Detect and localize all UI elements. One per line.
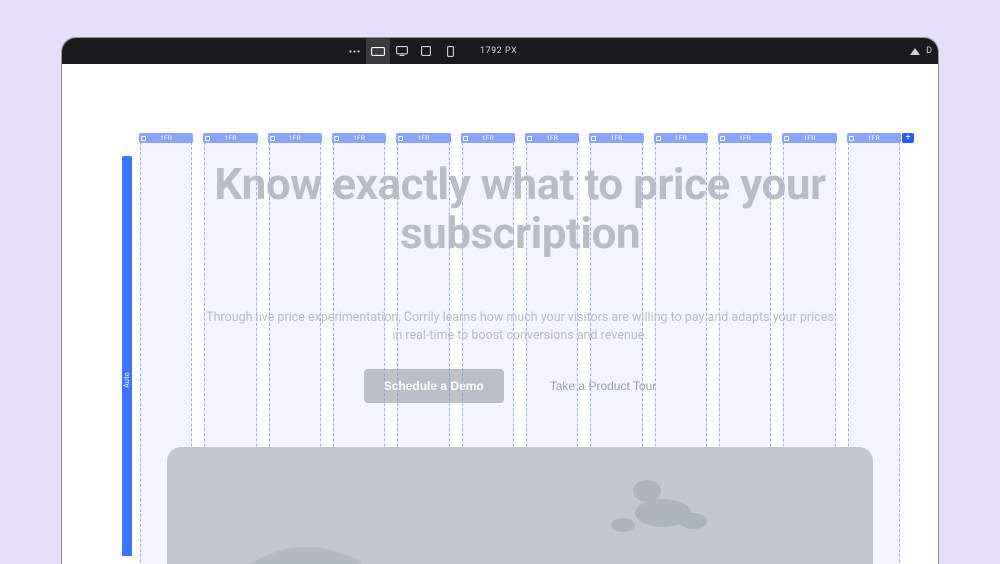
grid-column-header[interactable]: 1FR [332, 133, 386, 143]
schedule-demo-button[interactable]: Schedule a Demo [364, 369, 504, 403]
grid-column-header-label: 1FR [289, 134, 301, 142]
grid-column-header-icon [141, 136, 146, 141]
grid-column-header-icon [398, 136, 403, 141]
design-editor-window: 1792 PX D Auto 1FR 1FR 1FR 1FR 1FR 1FR 1… [62, 38, 938, 564]
cta-button-row: Schedule a Demo Take a Product Tour [140, 369, 900, 403]
hero-decorative-shape [227, 547, 387, 564]
editor-top-toolbar: 1792 PX D [62, 38, 938, 64]
grid-column-header[interactable]: 1FR [525, 133, 579, 143]
toolbar-button-group [342, 38, 462, 64]
grid-column-header-icon [463, 136, 468, 141]
breakpoint-tablet-button[interactable] [414, 38, 438, 64]
grid-column-header[interactable]: 1FR [461, 133, 515, 143]
grid-column-header-label: 1FR [353, 134, 365, 142]
grid-column-header[interactable]: 1FR [718, 133, 772, 143]
grid-column-header-icon [334, 136, 339, 141]
grid-column-header[interactable]: 1FR [589, 133, 643, 143]
grid-row-marker[interactable]: Auto [122, 156, 132, 556]
grid-column-header[interactable]: 1FR [139, 133, 193, 143]
grid-column-header[interactable]: 1FR [782, 133, 836, 143]
grid-column-header-label: 1FR [675, 134, 687, 142]
grid-column-header-label: 1FR [739, 134, 751, 142]
viewport-width-readout[interactable]: 1792 PX [480, 46, 517, 56]
grid-column-header-label: 1FR [160, 134, 172, 142]
grid-row-label: Auto [123, 372, 131, 388]
grid-column-header[interactable]: 1FR [654, 133, 708, 143]
page-headline: Know exactly what to price your subscrip… [140, 160, 900, 259]
add-column-button[interactable]: + [902, 133, 914, 143]
grid-column-header-icon [205, 136, 210, 141]
grid-column-header[interactable]: 1FR [203, 133, 257, 143]
toolbar-right-label: D [926, 46, 932, 56]
grid-column-header-icon [784, 136, 789, 141]
grid-column-header-icon [656, 136, 661, 141]
grid-column-header-label: 1FR [610, 134, 622, 142]
grid-column-header[interactable]: 1FR [847, 133, 901, 143]
toolbar-more-button[interactable] [342, 38, 366, 64]
toolbar-dropdown-icon[interactable] [910, 48, 920, 55]
plus-icon: + [905, 133, 910, 143]
grid-column-header-icon [591, 136, 596, 141]
product-tour-button[interactable]: Take a Product Tour [530, 369, 677, 403]
editor-canvas[interactable]: Auto 1FR 1FR 1FR 1FR 1FR 1FR 1FR 1FR 1FR… [62, 64, 938, 564]
page-subheadline: Through live price experimentation, Corr… [200, 309, 840, 345]
breakpoint-desktop-button[interactable] [390, 38, 414, 64]
grid-column-header[interactable]: 1FR [396, 133, 450, 143]
grid-column-header-icon [720, 136, 725, 141]
grid-column-header-label: 1FR [803, 134, 815, 142]
grid-column-header-label: 1FR [224, 134, 236, 142]
breakpoint-mobile-button[interactable] [438, 38, 462, 64]
hero-media-block [167, 447, 874, 564]
hero-illustration-figure [603, 473, 713, 543]
grid-column-header-label: 1FR [482, 134, 494, 142]
grid-column-header-label: 1FR [868, 134, 880, 142]
grid-column-header[interactable]: 1FR [268, 133, 322, 143]
grid-column-header-icon [849, 136, 854, 141]
grid-column-header-label: 1FR [546, 134, 558, 142]
grid-column-header-icon [270, 136, 275, 141]
breakpoint-desktop-wide-button[interactable] [366, 38, 390, 64]
grid-column-header-icon [527, 136, 532, 141]
grid-column-header-label: 1FR [417, 134, 429, 142]
